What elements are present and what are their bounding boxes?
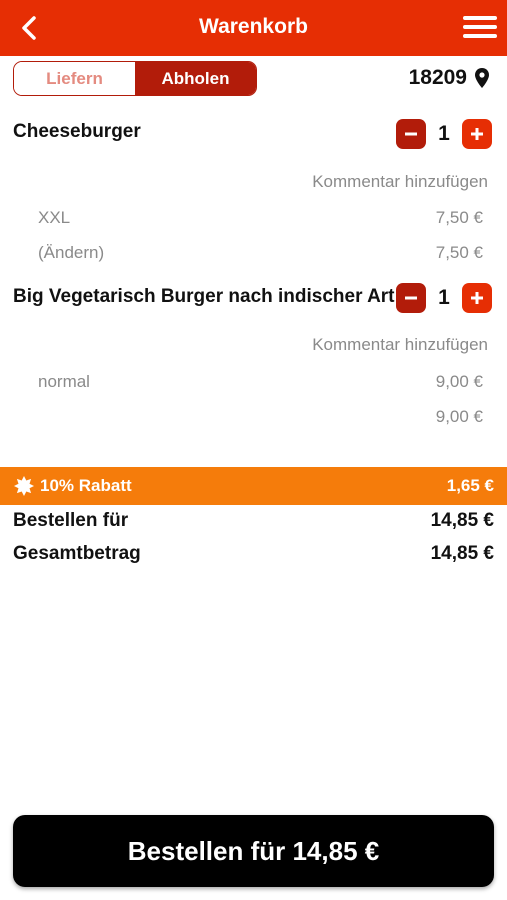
app-header: Warenkorb [0, 0, 507, 56]
item-subtotal: 9,00 € [435, 407, 483, 426]
discount-label: 10% Rabatt [40, 476, 132, 495]
item-option: normal [38, 372, 90, 391]
order-button[interactable]: Bestellen für 14,85 € [13, 815, 494, 887]
discount-bar: 10% Rabatt 1,65 € [0, 467, 507, 505]
discount-value: 1,65 € [446, 476, 494, 495]
pickup-tab[interactable]: Abholen [135, 62, 256, 95]
badge-icon [14, 476, 34, 496]
quantity-value: 1 [438, 122, 450, 145]
plus-icon [471, 292, 483, 304]
decrease-button[interactable] [396, 119, 426, 149]
item-name: Cheeseburger [13, 121, 141, 142]
page-title: Warenkorb [199, 15, 308, 38]
menu-button[interactable] [463, 12, 497, 44]
minus-icon [405, 132, 417, 136]
quantity-stepper: 1 [396, 119, 492, 149]
zip-code: 18209 [408, 66, 467, 89]
quantity-value: 1 [438, 286, 450, 309]
item-subtotal: 7,50 € [435, 243, 483, 262]
increase-button[interactable] [462, 119, 492, 149]
menu-icon [463, 16, 497, 38]
item-name: Big Vegetarisch Burger nach indischer Ar… [13, 286, 395, 307]
item-option: XXL [38, 208, 71, 227]
location-zip[interactable]: 18209 [409, 66, 489, 90]
change-option-link[interactable]: (Ändern) [38, 243, 104, 263]
total-value: 14,85 € [430, 543, 494, 564]
decrease-button[interactable] [396, 283, 426, 313]
total-label: Gesamtbetrag [13, 543, 141, 564]
add-comment-link[interactable]: Kommentar hinzufügen [312, 335, 488, 355]
location-pin-icon [475, 68, 489, 88]
order-for-value: 14,85 € [430, 510, 494, 531]
fulfillment-toggle: Liefern Abholen [13, 61, 257, 96]
plus-icon [471, 128, 483, 140]
quantity-stepper: 1 [396, 283, 492, 313]
item-option-price: 7,50 € [435, 208, 483, 227]
order-for-label: Bestellen für [13, 510, 129, 531]
increase-button[interactable] [462, 283, 492, 313]
add-comment-link[interactable]: Kommentar hinzufügen [312, 172, 488, 192]
deliver-tab[interactable]: Liefern [14, 62, 135, 95]
item-option-price: 9,00 € [435, 372, 483, 391]
minus-icon [405, 296, 417, 300]
